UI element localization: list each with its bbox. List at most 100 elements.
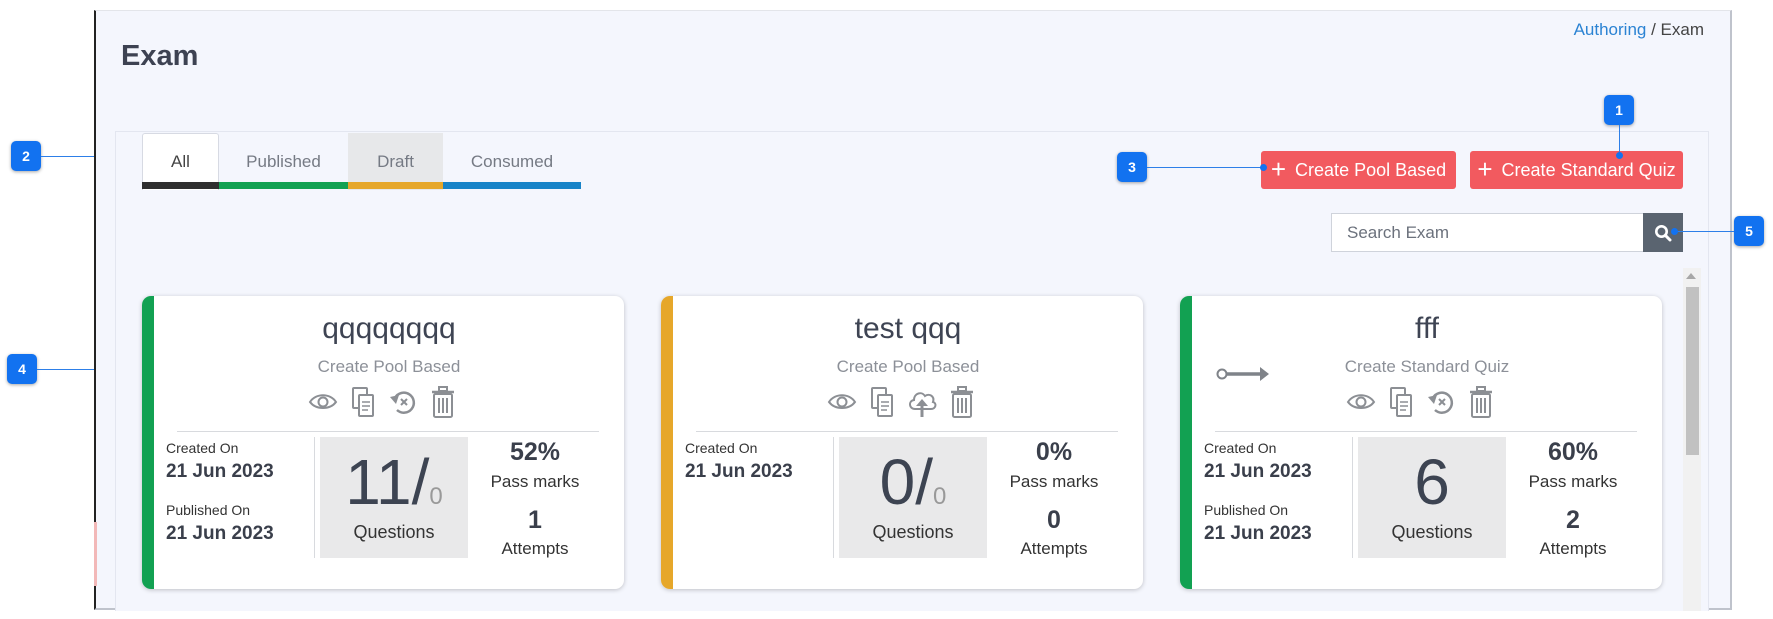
questions-label: Questions — [353, 522, 435, 542]
eye-icon[interactable] — [308, 385, 338, 419]
copy-icon[interactable] — [348, 385, 378, 419]
published-on-date: 21 Jun 2023 — [166, 523, 274, 544]
breadcrumb-authoring-link[interactable]: Authoring — [1574, 20, 1647, 39]
created-on-label: Created On — [166, 440, 239, 456]
create-standard-quiz-button[interactable]: + Create Standard Quiz — [1470, 151, 1683, 189]
published-on-label: Published On — [1204, 502, 1289, 518]
tab-published-label: Published — [246, 151, 321, 171]
copy-icon[interactable] — [1386, 385, 1416, 419]
attempts-label: Attempts — [1020, 539, 1088, 558]
exam-type: Create Pool Based — [836, 357, 980, 376]
questions-box: 6 Questions — [1358, 437, 1506, 558]
questions-count: 11/0 — [320, 445, 468, 519]
annotation-marker-2: 2 — [11, 141, 41, 171]
attempts-value: 0 — [1047, 506, 1061, 534]
pass-marks-value: 0% — [1035, 438, 1073, 466]
exam-title: fff — [1415, 312, 1439, 345]
questions-count: 6 — [1358, 445, 1506, 519]
questions-count-sub: 0 — [429, 483, 443, 510]
created-on-label: Created On — [685, 440, 758, 456]
tab-consumed-label: Consumed — [470, 151, 554, 171]
published-on-date: 21 Jun 2023 — [1204, 523, 1312, 544]
questions-count-main: 6 — [1414, 446, 1450, 518]
attempts-value: 2 — [1566, 506, 1580, 534]
card-actions — [827, 385, 977, 419]
plus-icon: + — [1270, 154, 1287, 184]
questions-box: 11/0 Questions — [320, 437, 468, 558]
status-stripe-published — [142, 296, 154, 589]
exam-title: test qqq — [854, 312, 962, 345]
created-on-date: 21 Jun 2023 — [1204, 461, 1312, 482]
questions-label: Questions — [1391, 522, 1473, 542]
card-vertical-divider — [1352, 437, 1353, 558]
search-icon — [1655, 224, 1672, 241]
plus-icon: + — [1477, 154, 1493, 184]
pass-marks-label: Pass marks — [490, 472, 580, 491]
card-actions — [308, 385, 458, 419]
pass-marks-label: Pass marks — [1009, 472, 1099, 491]
trash-icon[interactable] — [947, 385, 977, 419]
trash-icon[interactable] — [1466, 385, 1496, 419]
trash-icon[interactable] — [428, 385, 458, 419]
create-pool-based-label: Create Pool Based — [1295, 159, 1447, 180]
card-vertical-divider — [833, 437, 834, 558]
key-icon[interactable] — [1216, 364, 1270, 384]
questions-box: 0/0 Questions — [839, 437, 987, 558]
exam-card[interactable]: fff Create Standard Quiz Created On 21 J… — [1180, 296, 1662, 589]
tab-draft-underline — [348, 182, 443, 189]
pass-marks-label: Pass marks — [1528, 472, 1618, 491]
search-exam-input[interactable] — [1331, 213, 1644, 252]
attempts-value: 1 — [528, 506, 542, 534]
exam-type: Create Pool Based — [317, 357, 461, 376]
scroll-up-arrow-icon[interactable] — [1686, 273, 1696, 279]
questions-label: Questions — [872, 522, 954, 542]
create-pool-based-button[interactable]: + Create Pool Based — [1261, 151, 1456, 189]
card-divider — [696, 431, 1118, 432]
annotation-connector — [1619, 125, 1620, 155]
breadcrumb-current: Exam — [1660, 20, 1704, 39]
exam-card[interactable]: qqqqqqqq Create Pool Based Created On 21… — [142, 296, 624, 589]
tab-consumed-underline — [443, 182, 581, 189]
revert-icon[interactable] — [1426, 385, 1456, 419]
tab-published-underline — [219, 182, 348, 189]
attempts-label: Attempts — [1539, 539, 1607, 558]
questions-count-main: 0/ — [879, 446, 933, 518]
scroll-thumb[interactable] — [1686, 287, 1699, 455]
annotation-connector — [1674, 231, 1734, 232]
pass-marks-value: 52% — [509, 438, 561, 466]
exam-title: qqqqqqqq — [322, 312, 456, 345]
annotation-dot — [1671, 228, 1678, 235]
card-actions — [1346, 385, 1496, 419]
attempts-label: Attempts — [501, 539, 569, 558]
exam-card[interactable]: test qqq Create Pool Based Created On 21… — [661, 296, 1143, 589]
questions-count-sub: 0 — [933, 483, 947, 510]
annotation-dot — [1616, 152, 1623, 159]
annotation-marker-5: 5 — [1734, 216, 1764, 246]
pass-marks-value: 60% — [1547, 438, 1599, 466]
card-vertical-divider — [314, 437, 315, 558]
page-title: Exam — [121, 40, 199, 72]
status-stripe-published — [1180, 296, 1192, 589]
status-stripe-draft — [661, 296, 673, 589]
created-on-label: Created On — [1204, 440, 1277, 456]
created-on-date: 21 Jun 2023 — [685, 461, 793, 482]
tab-draft-label: Draft — [377, 151, 414, 171]
eye-icon[interactable] — [827, 385, 857, 419]
questions-count-main: 11/ — [345, 446, 430, 518]
publish-upload-icon[interactable] — [907, 385, 937, 419]
eye-icon[interactable] — [1346, 385, 1376, 419]
copy-icon[interactable] — [867, 385, 897, 419]
create-standard-quiz-label: Create Standard Quiz — [1501, 159, 1676, 180]
annotation-marker-1: 1 — [1604, 95, 1634, 125]
card-divider — [177, 431, 599, 432]
questions-count: 0/0 — [839, 445, 987, 519]
annotation-marker-3: 3 — [1117, 152, 1147, 182]
card-divider — [1215, 431, 1637, 432]
annotation-connector — [1147, 167, 1264, 168]
annotation-marker-4: 4 — [7, 354, 37, 384]
published-on-label: Published On — [166, 502, 251, 518]
tab-all-label: All — [171, 152, 190, 171]
breadcrumb-separator: / — [1646, 20, 1661, 39]
revert-icon[interactable] — [388, 385, 418, 419]
tab-all-underline — [142, 182, 219, 189]
